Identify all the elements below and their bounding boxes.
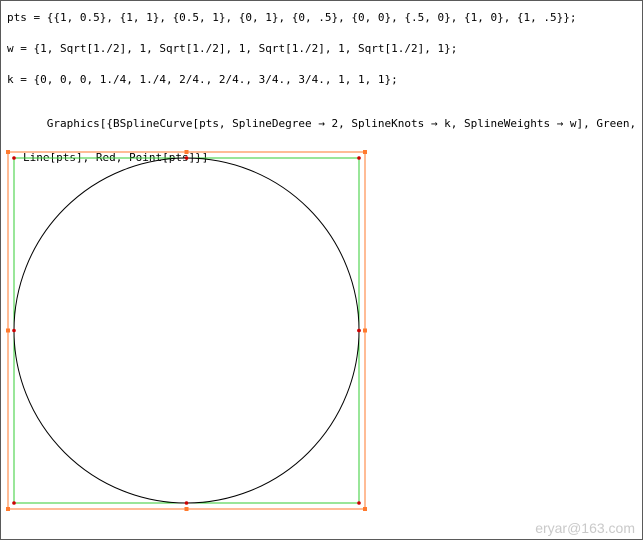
- control-point: [357, 156, 361, 160]
- selection-box: [7, 151, 366, 510]
- control-point: [12, 156, 16, 160]
- control-polygon-line: [13, 157, 360, 504]
- selection-handle: [184, 507, 189, 511]
- bspline-curve: [13, 157, 360, 504]
- control-point: [184, 501, 189, 505]
- control-point: [12, 501, 16, 505]
- selection-handle: [363, 328, 367, 333]
- control-point: [184, 156, 189, 160]
- selection-handle: [6, 507, 10, 511]
- watermark: eryar@163.com: [535, 520, 635, 536]
- selection-handle: [6, 150, 10, 154]
- selection-handle: [363, 150, 367, 154]
- selection-handle: [6, 328, 10, 333]
- control-point: [12, 328, 16, 333]
- control-point: [357, 501, 361, 505]
- control-point: [357, 328, 361, 333]
- selection-handle: [363, 507, 367, 511]
- notebook-window: pts = {{1, 0.5}, {1, 1}, {0.5, 1}, {0, 1…: [0, 0, 643, 540]
- graphics-output[interactable]: [1, 1, 643, 541]
- selection-handle: [184, 150, 189, 154]
